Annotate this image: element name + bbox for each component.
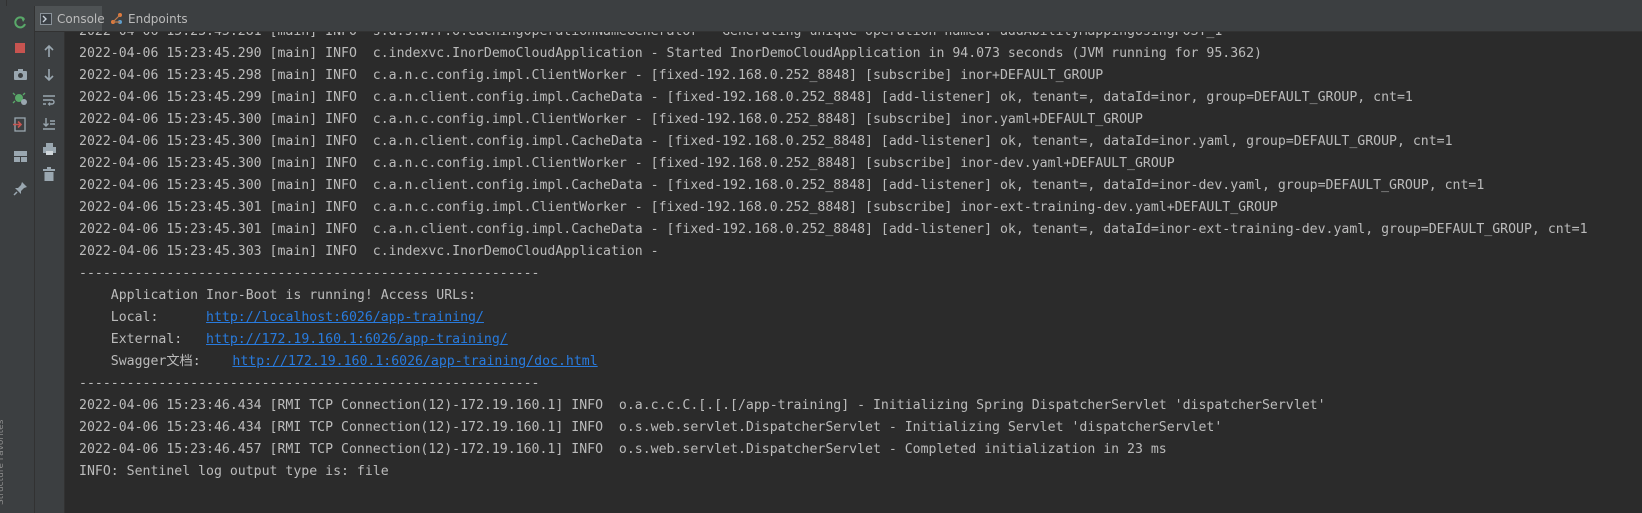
- swagger-url-link[interactable]: http://172.19.160.1:6026/app-training/do…: [232, 354, 597, 369]
- tool-window-tab-bar: Console Endpoints: [6, 6, 1642, 32]
- log-line: 2022-04-06 15:23:46.434 [RMI TCP Connect…: [79, 398, 1326, 413]
- log-line: INFO: Sentinel log output type is: file: [79, 464, 389, 479]
- debug-settings-icon: [12, 90, 28, 106]
- camera-icon: [13, 68, 28, 81]
- log-line: 2022-04-06 15:23:45.290 [main] INFO c.in…: [79, 46, 1262, 61]
- log-line: 2022-04-06 15:23:45.298 [main] INFO c.a.…: [79, 68, 1104, 83]
- tab-console[interactable]: Console: [34, 6, 105, 31]
- log-line: 2022-04-06 15:23:45.300 [main] INFO c.a.…: [79, 112, 1143, 127]
- tab-endpoints[interactable]: Endpoints: [104, 6, 190, 31]
- tab-console-label: Console: [57, 11, 105, 26]
- rerun-button[interactable]: [10, 13, 30, 33]
- banner-external-row: External: http://172.19.160.1:6026/app-t…: [79, 329, 508, 351]
- rerun-icon: [12, 15, 28, 31]
- log-line: 2022-04-06 15:23:45.299 [main] INFO c.a.…: [79, 90, 1413, 105]
- print-icon: [42, 142, 57, 156]
- endpoints-icon: [110, 12, 123, 26]
- scroll-down-button[interactable]: [39, 65, 59, 85]
- banner-local-row: Local: http://localhost:6026/app-trainin…: [79, 307, 484, 329]
- scroll-down-icon: [43, 68, 55, 82]
- log-line: 2022-04-06 15:23:45.303 [main] INFO c.in…: [79, 244, 667, 259]
- log-line: 2022-04-06 15:23:45.301 [main] INFO c.a.…: [79, 222, 1588, 237]
- pin-icon: [12, 181, 28, 196]
- scroll-to-end-icon: [42, 117, 56, 131]
- log-line: 2022-04-06 15:23:45.300 [main] INFO c.a.…: [79, 134, 1453, 149]
- separator-line: ----------------------------------------…: [79, 376, 540, 391]
- pin-button[interactable]: [10, 178, 30, 198]
- banner-title: Application Inor-Boot is running! Access…: [79, 288, 476, 303]
- stop-button[interactable]: [10, 38, 30, 58]
- separator-line: ----------------------------------------…: [79, 266, 540, 281]
- scroll-to-end-button[interactable]: [39, 114, 59, 134]
- layout-icon: [13, 150, 28, 163]
- clear-all-button[interactable]: [39, 164, 59, 184]
- scroll-up-button[interactable]: [39, 41, 59, 61]
- external-url-link[interactable]: http://172.19.160.1:6026/app-training/: [206, 332, 508, 347]
- log-line-cut: 2022-04-06 15:23:45.281 [main] INFO s.d.…: [79, 32, 1222, 43]
- stop-icon: [14, 42, 26, 54]
- layout-button[interactable]: [10, 146, 30, 166]
- log-line: 2022-04-06 15:23:45.300 [main] INFO c.a.…: [79, 156, 1175, 171]
- tab-endpoints-label: Endpoints: [128, 11, 188, 26]
- scroll-up-icon: [43, 44, 55, 58]
- log-line: 2022-04-06 15:23:45.300 [main] INFO c.a.…: [79, 178, 1485, 193]
- exit-icon: [12, 116, 28, 132]
- dump-threads-button[interactable]: [10, 64, 30, 84]
- log-line: 2022-04-06 15:23:45.301 [main] INFO c.a.…: [79, 200, 1278, 215]
- log-line: 2022-04-06 15:23:46.457 [RMI TCP Connect…: [79, 442, 1167, 457]
- banner-swagger-label: Swagger文档:: [79, 354, 233, 369]
- soft-wrap-button[interactable]: [39, 90, 59, 110]
- banner-swagger-row: Swagger文档: http://172.19.160.1:6026/app-…: [79, 351, 598, 373]
- banner-local-label: Local:: [79, 310, 207, 325]
- print-button[interactable]: [39, 139, 59, 159]
- exit-button[interactable]: [10, 114, 30, 134]
- log-line: 2022-04-06 15:23:46.434 [RMI TCP Connect…: [79, 420, 1223, 435]
- run-toolbar: [6, 6, 35, 513]
- banner-external-label: External:: [79, 332, 207, 347]
- trash-icon: [43, 167, 55, 181]
- debug-settings-button[interactable]: [10, 88, 30, 108]
- console-output[interactable]: 2022-04-06 15:23:45.281 [main] INFO s.d.…: [65, 32, 1642, 513]
- local-url-link[interactable]: http://localhost:6026/app-training/: [206, 310, 484, 325]
- console-toolbar: [35, 32, 65, 513]
- console-icon: [40, 12, 52, 26]
- soft-wrap-icon: [42, 93, 56, 107]
